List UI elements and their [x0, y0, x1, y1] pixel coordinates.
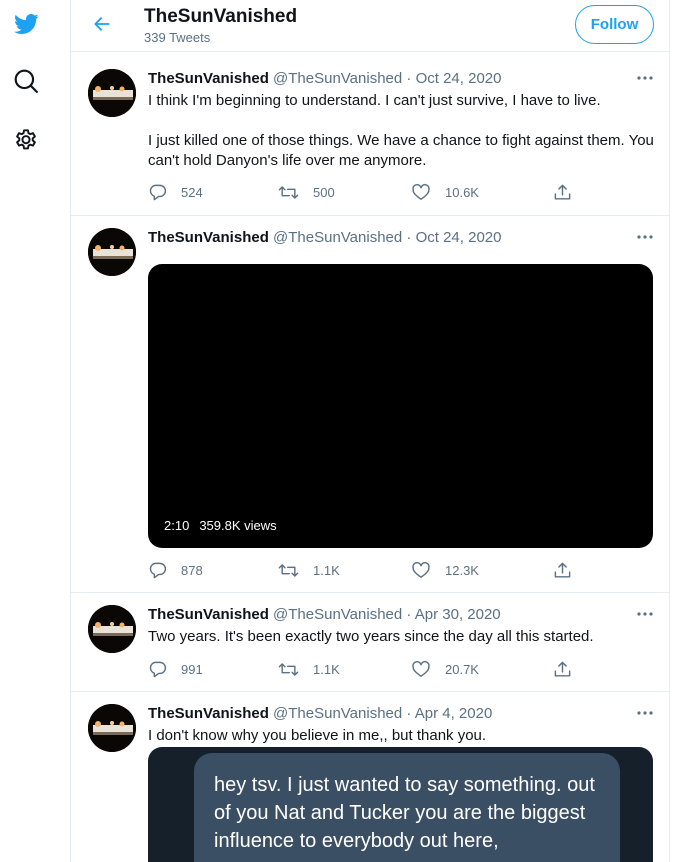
- more-options-button[interactable]: [633, 69, 657, 87]
- author-handle[interactable]: @TheSunVanished: [273, 229, 402, 246]
- avatar[interactable]: [88, 704, 136, 752]
- more-options-button[interactable]: [633, 605, 657, 623]
- tweet-date[interactable]: Oct 24, 2020: [416, 229, 502, 246]
- share-icon: [554, 184, 571, 200]
- author-handle[interactable]: @TheSunVanished: [273, 70, 402, 87]
- avatar[interactable]: [88, 605, 136, 653]
- video-info: 2:10 359.8K views: [164, 518, 287, 533]
- tweet-image[interactable]: hey tsv. I just wanted to say something.…: [148, 747, 653, 862]
- heart-icon: [412, 660, 430, 677]
- avatar[interactable]: [88, 228, 136, 276]
- more-options-button[interactable]: [633, 228, 657, 246]
- more-dots-icon: [637, 235, 653, 239]
- retweet-button[interactable]: 1.1K: [278, 559, 340, 581]
- tweet[interactable]: TheSunVanished @TheSunVanished · Apr 30,…: [71, 593, 669, 692]
- reply-button[interactable]: 991: [148, 658, 203, 680]
- author-handle[interactable]: @TheSunVanished: [273, 705, 402, 722]
- back-button[interactable]: [87, 9, 117, 39]
- meta-separator: ·: [406, 705, 412, 722]
- tweet-date[interactable]: Apr 4, 2020: [415, 705, 493, 722]
- gear-icon[interactable]: [10, 123, 42, 155]
- tweet-date[interactable]: Oct 24, 2020: [416, 70, 502, 87]
- heart-icon: [412, 183, 430, 200]
- like-button[interactable]: 10.6K: [411, 181, 479, 203]
- tweet-meta: TheSunVanished @TheSunVanished · Oct 24,…: [148, 70, 501, 87]
- tweet-meta: TheSunVanished @TheSunVanished · Apr 30,…: [148, 606, 501, 623]
- more-options-button[interactable]: [633, 704, 657, 722]
- share-button[interactable]: [553, 658, 572, 680]
- reply-icon: [149, 661, 167, 677]
- profile-name: TheSunVanished: [144, 6, 298, 27]
- author-name[interactable]: TheSunVanished: [148, 70, 269, 87]
- tweet-actions: 878 1.1K 12.3K: [148, 559, 578, 581]
- tweet-actions: 991 1.1K 20.7K: [148, 658, 578, 680]
- tweet[interactable]: TheSunVanished @TheSunVanished · Apr 4, …: [71, 692, 669, 862]
- like-button[interactable]: 20.7K: [411, 658, 479, 680]
- video-player[interactable]: 2:10 359.8K views: [148, 264, 653, 548]
- like-count: 10.6K: [445, 184, 479, 200]
- meta-separator: ·: [406, 229, 412, 246]
- tweet-text: I don't know why you believe in me,, but…: [148, 727, 487, 744]
- retweet-count: 1.1K: [313, 661, 340, 677]
- author-name[interactable]: TheSunVanished: [148, 606, 269, 623]
- more-dots-icon: [637, 612, 653, 616]
- message-bubble-screenshot: hey tsv. I just wanted to say something.…: [194, 753, 620, 862]
- follow-button[interactable]: Follow: [575, 5, 654, 44]
- meta-separator: ·: [406, 70, 412, 87]
- tweet-actions: 524 500 10.6K: [148, 181, 578, 203]
- retweet-button[interactable]: 500: [278, 181, 335, 203]
- tweet-meta: TheSunVanished @TheSunVanished · Oct 24,…: [148, 229, 501, 246]
- heart-icon: [412, 561, 430, 578]
- tweet[interactable]: TheSunVanished @TheSunVanished · Oct 24,…: [71, 57, 669, 216]
- like-count: 20.7K: [445, 661, 479, 677]
- back-arrow-icon: [94, 17, 110, 31]
- more-dots-icon: [637, 711, 653, 715]
- sidebar: [0, 0, 56, 862]
- reply-icon: [149, 562, 167, 578]
- retweet-icon: [278, 185, 299, 199]
- retweet-icon: [278, 563, 299, 577]
- share-button[interactable]: [553, 559, 572, 581]
- author-name[interactable]: TheSunVanished: [148, 705, 269, 722]
- tweet-date[interactable]: Apr 30, 2020: [415, 606, 501, 623]
- retweet-count: 1.1K: [313, 562, 340, 578]
- reply-button[interactable]: 878: [148, 559, 203, 581]
- search-icon[interactable]: [10, 65, 42, 97]
- retweet-button[interactable]: 1.1K: [278, 658, 340, 680]
- author-handle[interactable]: @TheSunVanished: [273, 606, 402, 623]
- tweet[interactable]: TheSunVanished @TheSunVanished · Oct 24,…: [71, 216, 669, 593]
- meta-separator: ·: [406, 606, 412, 623]
- reply-count: 991: [181, 661, 203, 677]
- reply-icon: [149, 184, 167, 200]
- profile-header: TheSunVanished 339 Tweets Follow: [71, 0, 669, 52]
- reply-count: 878: [181, 562, 203, 578]
- avatar[interactable]: [88, 69, 136, 117]
- tweet-text: I think I'm beginning to understand. I c…: [148, 92, 654, 169]
- author-name[interactable]: TheSunVanished: [148, 229, 269, 246]
- tweet-meta: TheSunVanished @TheSunVanished · Apr 4, …: [148, 705, 492, 722]
- twitter-logo-icon[interactable]: [10, 8, 42, 40]
- profile-timeline: TheSunVanished 339 Tweets Follow TheSunV…: [70, 0, 670, 862]
- share-icon: [554, 661, 571, 677]
- retweet-icon: [278, 662, 299, 676]
- retweet-count: 500: [313, 184, 335, 200]
- video-duration: 2:10: [164, 518, 190, 533]
- video-views: 359.8K views: [199, 518, 277, 533]
- share-button[interactable]: [553, 181, 572, 203]
- like-button[interactable]: 12.3K: [411, 559, 479, 581]
- tweet-text: Two years. It's been exactly two years s…: [148, 628, 594, 645]
- tweet-count: 339 Tweets: [144, 30, 211, 45]
- share-icon: [554, 562, 571, 578]
- more-dots-icon: [637, 76, 653, 80]
- like-count: 12.3K: [445, 562, 479, 578]
- image-message-text: hey tsv. I just wanted to say something.…: [214, 774, 595, 852]
- reply-button[interactable]: 524: [148, 181, 203, 203]
- reply-count: 524: [181, 184, 203, 200]
